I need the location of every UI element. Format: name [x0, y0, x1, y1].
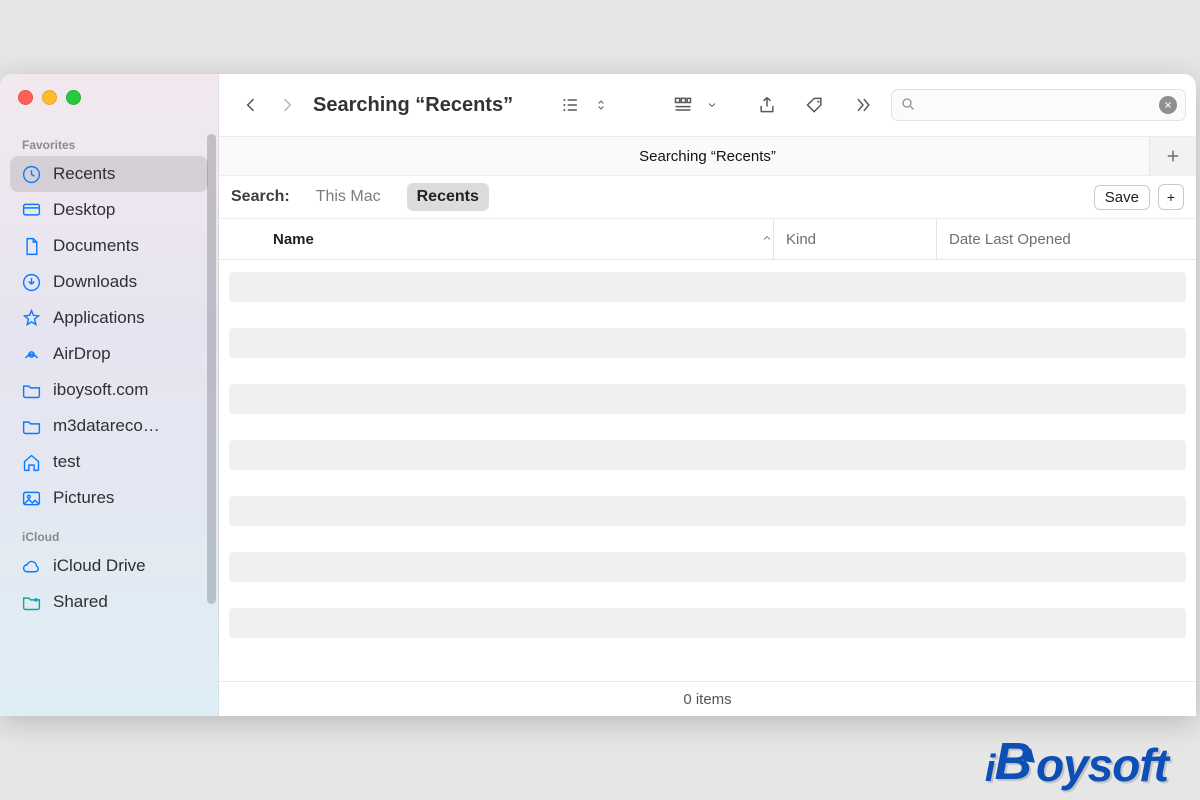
pathbar: Searching “Recents”: [219, 137, 1196, 176]
column-name-label: Name: [273, 231, 314, 248]
window-controls: [0, 74, 218, 124]
status-bar: 0 items: [219, 681, 1196, 716]
minimize-window-button[interactable]: [42, 90, 57, 105]
sort-ascending-icon: [761, 231, 773, 248]
view-list-button[interactable]: [555, 90, 587, 120]
placeholder-row: [229, 440, 1186, 470]
chevron-down-icon[interactable]: [703, 90, 721, 120]
search-field[interactable]: [891, 89, 1186, 121]
finder-window: Favorites Recents Desktop Documents: [0, 74, 1196, 716]
column-kind-label: Kind: [786, 231, 816, 248]
folder-icon: [20, 379, 42, 401]
column-headers: Name Kind Date Last Opened: [219, 219, 1196, 260]
sidebar-item-label: m3datareco…: [53, 416, 160, 436]
tags-button[interactable]: [799, 90, 831, 120]
airdrop-icon: [20, 343, 42, 365]
status-text: 0 items: [683, 691, 731, 708]
column-name[interactable]: Name: [231, 231, 773, 248]
save-search-button[interactable]: Save: [1094, 185, 1150, 210]
placeholder-row: [229, 496, 1186, 526]
sidebar-item-pictures[interactable]: Pictures: [10, 480, 208, 516]
cloud-icon: [20, 555, 42, 577]
document-icon: [20, 235, 42, 257]
scope-actions: Save +: [1094, 184, 1184, 210]
content-pane: Searching “Recents”: [219, 74, 1196, 716]
sidebar-item-label: Shared: [53, 592, 108, 612]
scope-bar: Search: This Mac Recents Save +: [219, 176, 1196, 219]
sidebar-item-label: AirDrop: [53, 344, 111, 364]
sidebar-scrollbar[interactable]: [207, 134, 216, 604]
sidebar-item-shared[interactable]: Shared: [10, 584, 208, 620]
add-rule-button[interactable]: +: [1158, 184, 1184, 210]
clear-search-button[interactable]: [1159, 96, 1177, 114]
group-menu-button[interactable]: [667, 90, 699, 120]
fullscreen-window-button[interactable]: [66, 90, 81, 105]
home-icon: [20, 451, 42, 473]
view-sort-icon[interactable]: [591, 90, 611, 120]
sidebar-item-label: Downloads: [53, 272, 137, 292]
share-button[interactable]: [751, 90, 783, 120]
droplet-icon: [1023, 747, 1037, 763]
folder-icon: [20, 415, 42, 437]
sidebar-item-applications[interactable]: Applications: [10, 300, 208, 336]
column-date-label: Date Last Opened: [949, 231, 1071, 248]
sidebar-item-label: Desktop: [53, 200, 115, 220]
sidebar-item-desktop[interactable]: Desktop: [10, 192, 208, 228]
sidebar-item-label: Recents: [53, 164, 115, 184]
placeholder-row: [229, 328, 1186, 358]
search-icon: [900, 96, 916, 115]
applications-icon: [20, 307, 42, 329]
column-date[interactable]: Date Last Opened: [936, 219, 1184, 259]
sidebar-item-m3datareco[interactable]: m3datareco…: [10, 408, 208, 444]
shared-folder-icon: [20, 591, 42, 613]
clock-icon: [20, 163, 42, 185]
placeholder-row: [229, 608, 1186, 638]
sidebar-item-documents[interactable]: Documents: [10, 228, 208, 264]
column-kind[interactable]: Kind: [773, 219, 936, 259]
sidebar-section-favorites: Favorites: [0, 124, 218, 156]
nav-back-button[interactable]: [235, 90, 267, 120]
window-title: Searching “Recents”: [313, 94, 513, 117]
sidebar-item-label: Pictures: [53, 488, 114, 508]
overflow-button[interactable]: [847, 90, 879, 120]
sidebar-favorites-list: Recents Desktop Documents Downloads: [0, 156, 218, 516]
nav-forward-button[interactable]: [271, 90, 303, 120]
scope-recents[interactable]: Recents: [407, 183, 489, 211]
results-area: [219, 260, 1196, 681]
sidebar-item-test[interactable]: test: [10, 444, 208, 480]
downloads-icon: [20, 271, 42, 293]
sidebar-item-label: Applications: [53, 308, 145, 328]
placeholder-row: [229, 384, 1186, 414]
close-window-button[interactable]: [18, 90, 33, 105]
add-search-criteria-button[interactable]: [1149, 137, 1196, 175]
watermark-logo: iBoysoft: [985, 736, 1168, 788]
sidebar-item-icloud-drive[interactable]: iCloud Drive: [10, 548, 208, 584]
sidebar-item-label: iCloud Drive: [53, 556, 146, 576]
sidebar-section-icloud: iCloud: [0, 516, 218, 548]
search-input[interactable]: [922, 96, 1153, 114]
sidebar-item-recents[interactable]: Recents: [10, 156, 208, 192]
placeholder-row: [229, 272, 1186, 302]
sidebar: Favorites Recents Desktop Documents: [0, 74, 219, 716]
sidebar-item-label: Documents: [53, 236, 139, 256]
sidebar-item-airdrop[interactable]: AirDrop: [10, 336, 208, 372]
sidebar-icloud-list: iCloud Drive Shared: [0, 548, 218, 620]
sidebar-item-label: test: [53, 452, 80, 472]
sidebar-item-label: iboysoft.com: [53, 380, 148, 400]
toolbar: Searching “Recents”: [219, 74, 1196, 137]
pathbar-text: Searching “Recents”: [639, 148, 776, 165]
placeholder-row: [229, 552, 1186, 582]
scope-label: Search:: [231, 188, 290, 206]
scope-this-mac[interactable]: This Mac: [306, 183, 391, 211]
sidebar-item-iboysoft[interactable]: iboysoft.com: [10, 372, 208, 408]
desktop-icon: [20, 199, 42, 221]
sidebar-item-downloads[interactable]: Downloads: [10, 264, 208, 300]
pictures-icon: [20, 487, 42, 509]
